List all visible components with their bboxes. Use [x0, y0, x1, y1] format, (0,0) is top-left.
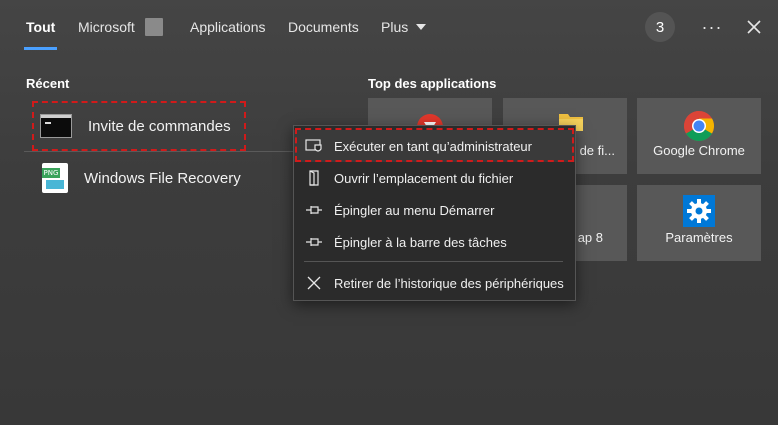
- pin-icon: [294, 203, 334, 217]
- more-icon: ···: [701, 16, 723, 37]
- top-apps-heading: Top des applications: [368, 76, 497, 91]
- tab-applications[interactable]: Applications: [190, 0, 266, 54]
- app-tile-label: ap 8: [577, 230, 603, 245]
- command-prompt-icon: [40, 114, 72, 138]
- close-button[interactable]: [740, 12, 768, 42]
- close-icon: [294, 276, 334, 290]
- menu-item-pin-taskbar[interactable]: Épingler à la barre des tâches: [294, 226, 575, 258]
- pin-icon: [294, 235, 334, 249]
- rewards-badge[interactable]: 3: [645, 12, 675, 42]
- tab-microsoft[interactable]: Microsoft: [78, 0, 163, 54]
- recent-item-label: Invite de commandes: [88, 117, 231, 135]
- tab-label: Applications: [190, 19, 266, 35]
- recent-item-label: Windows File Recovery: [84, 169, 241, 187]
- menu-item-label: Ouvrir l’emplacement du fichier: [334, 170, 514, 186]
- tab-plus[interactable]: Plus: [381, 0, 427, 54]
- chrome-icon: [683, 110, 715, 147]
- app-tile-google-chrome[interactable]: Google Chrome: [637, 98, 761, 174]
- app-tile-label: Paramètres: [665, 230, 733, 245]
- tab-tout[interactable]: Tout: [23, 0, 58, 54]
- recent-heading: Récent: [26, 76, 70, 91]
- shield-run-icon: [294, 138, 334, 154]
- top-tab-bar: Tout Microsoft Applications Documents Pl…: [0, 0, 778, 54]
- png-file-icon: PNG: [42, 163, 68, 193]
- menu-item-label: Retirer de l’historique des périphérique…: [334, 275, 564, 291]
- menu-separator: [304, 261, 563, 262]
- context-menu: Exécuter en tant qu’administrateur Ouvri…: [293, 125, 576, 301]
- microsoft-account-icon: [144, 18, 163, 36]
- menu-item-open-file-location[interactable]: Ouvrir l’emplacement du fichier: [294, 162, 575, 194]
- more-options-button[interactable]: ···: [698, 12, 726, 42]
- tab-label: Plus: [381, 19, 409, 35]
- tab-documents[interactable]: Documents: [288, 0, 359, 54]
- tab-label: Tout: [26, 19, 56, 35]
- divider: [24, 151, 314, 152]
- tab-label: Documents: [288, 19, 359, 35]
- menu-item-run-as-admin[interactable]: Exécuter en tant qu’administrateur: [294, 130, 575, 162]
- tab-label: Microsoft: [78, 19, 135, 35]
- recent-item-windows-file-recovery[interactable]: PNG Windows File Recovery: [30, 153, 300, 203]
- menu-item-remove-history[interactable]: Retirer de l’historique des périphérique…: [294, 267, 575, 299]
- close-icon: [747, 20, 761, 34]
- menu-item-pin-start[interactable]: Épingler au menu Démarrer: [294, 194, 575, 226]
- chevron-down-icon: [416, 24, 427, 30]
- badge-count: 3: [655, 18, 665, 36]
- gear-icon: [683, 195, 715, 232]
- menu-item-label: Épingler au menu Démarrer: [334, 202, 495, 218]
- menu-item-label: Exécuter en tant qu’administrateur: [334, 138, 532, 154]
- recent-item-command-prompt[interactable]: Invite de commandes: [30, 101, 300, 151]
- app-tile-label: r de fi...: [571, 143, 615, 158]
- open-folder-icon: [294, 170, 334, 186]
- app-tile-parametres[interactable]: Paramètres: [637, 185, 761, 261]
- app-tile-label: Google Chrome: [653, 143, 745, 158]
- menu-item-label: Épingler à la barre des tâches: [334, 234, 507, 250]
- search-window: Tout Microsoft Applications Documents Pl…: [0, 0, 778, 425]
